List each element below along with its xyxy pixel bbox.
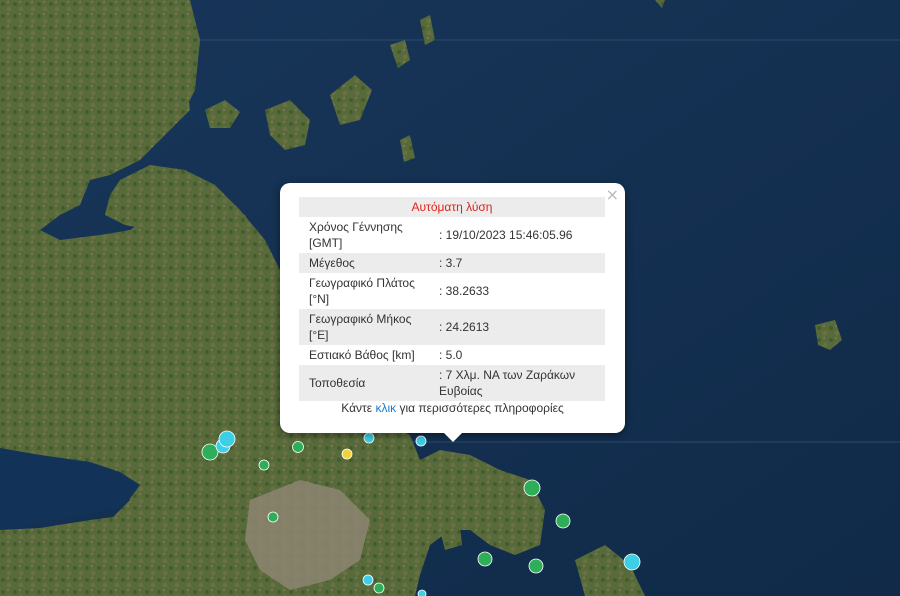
quake-marker[interactable] (555, 513, 571, 529)
longitude-label: Γεωγραφικό Μήκος [°E] (299, 309, 431, 345)
earthquake-info-popup: × Αυτόματη λύση Χρόνος Γέννησης [GMT] : 1… (280, 183, 625, 433)
quake-marker[interactable] (373, 582, 385, 594)
location-value: : 7 Χλμ. ΝΑ των Ζαράκων Ευβοίας (431, 365, 605, 401)
popup-title: Αυτόματη λύση (299, 197, 605, 217)
origin-time-value: : 19/10/2023 15:46:05.96 (439, 228, 573, 242)
magnitude-value: : 3.7 (431, 253, 605, 273)
quake-marker[interactable] (267, 511, 279, 523)
quake-marker[interactable] (362, 574, 374, 586)
quake-marker[interactable] (218, 430, 236, 448)
more-info-link[interactable]: κλικ (375, 401, 396, 415)
quake-marker[interactable] (623, 553, 641, 571)
more-info-text: Κάντε κλικ για περισσότερες πληροφορίες (280, 401, 625, 415)
quake-marker[interactable] (341, 448, 353, 460)
more-suffix: για περισσότερες πληροφορίες (396, 401, 564, 415)
quake-marker[interactable] (528, 558, 544, 574)
origin-time-label: Χρόνος Γέννησης [GMT] (309, 220, 403, 250)
popup-pointer (443, 432, 463, 442)
magnitude-label: Μέγεθος (299, 253, 431, 273)
quake-marker[interactable] (363, 432, 375, 444)
latitude-value: : 38.2633 (439, 284, 490, 298)
quake-marker[interactable] (417, 589, 427, 596)
longitude-value: : 24.2613 (431, 309, 605, 345)
depth-value: : 5.0 (439, 348, 463, 362)
quake-marker[interactable] (415, 435, 427, 447)
info-table: Αυτόματη λύση Χρόνος Γέννησης [GMT] : 19/… (299, 197, 605, 401)
quake-marker[interactable] (477, 551, 493, 567)
quake-marker[interactable] (201, 443, 219, 461)
quake-marker[interactable] (523, 479, 541, 497)
depth-label: Εστιακό Βάθος [km] (309, 348, 415, 362)
quake-marker[interactable] (292, 441, 304, 453)
latitude-label: Γεωγραφικό Πλάτος [°N] (309, 276, 415, 306)
close-icon[interactable]: × (606, 186, 619, 204)
location-label: Τοποθεσία (299, 365, 431, 401)
more-prefix: Κάντε (341, 401, 376, 415)
quake-marker[interactable] (258, 459, 270, 471)
